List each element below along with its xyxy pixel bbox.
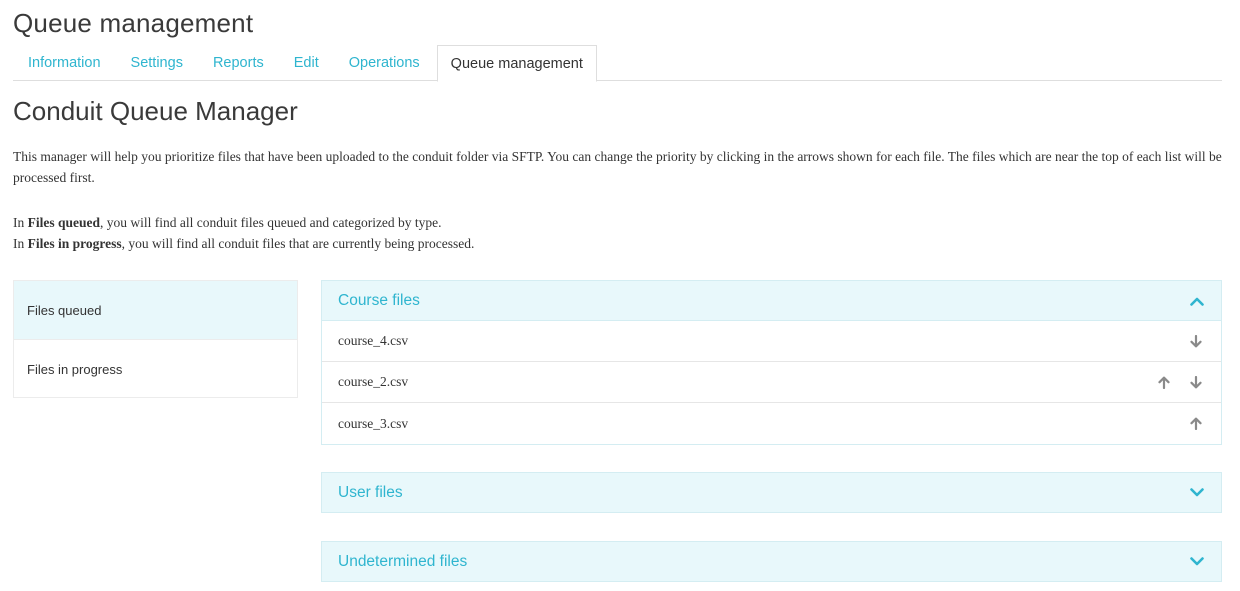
help-line-progress: In Files in progress, you will find all … (13, 233, 1228, 254)
panel-course-files: Course files course_4.csv course_2.csv c… (321, 280, 1222, 445)
help-bold-progress: Files in progress (27, 236, 122, 251)
description-paragraph: This manager will help you prioritize fi… (13, 149, 1222, 185)
panel-header-course-files[interactable]: Course files (322, 281, 1221, 320)
priority-controls (1187, 415, 1205, 433)
section-title: Conduit Queue Manager (13, 96, 298, 126)
panel-header-undetermined-files[interactable]: Undetermined files (322, 542, 1221, 581)
file-name: course_3.csv (338, 415, 409, 431)
chevron-down-icon[interactable] (1189, 485, 1205, 501)
file-name: course_2.csv (338, 374, 409, 389)
arrow-up-icon[interactable] (1187, 415, 1205, 433)
chevron-down-icon[interactable] (1189, 554, 1205, 570)
tab-reports[interactable]: Reports (198, 45, 279, 81)
side-nav: Files queued Files in progress (13, 280, 298, 398)
panel-user-files: User files (321, 472, 1222, 513)
help-text: In (13, 215, 28, 230)
panel-title: Course files (338, 291, 420, 309)
tab-bar: Information Settings Reports Edit Operat… (13, 45, 1222, 82)
page-title: Queue management (13, 8, 254, 38)
tab-queue-management[interactable]: Queue management (436, 45, 597, 82)
panel-title: User files (338, 483, 403, 501)
help-text: , you will find all conduit files that a… (121, 236, 475, 251)
side-nav-files-in-progress[interactable]: Files in progress (14, 340, 297, 399)
tab-operations[interactable]: Operations (334, 45, 435, 81)
tab-information[interactable]: Information (13, 45, 116, 81)
file-row: course_4.csv (322, 321, 1221, 362)
priority-controls (1155, 373, 1205, 391)
help-line-queued: In Files queued, you will find all condu… (13, 212, 1228, 233)
side-nav-files-queued[interactable]: Files queued (14, 281, 297, 340)
arrow-down-icon[interactable] (1187, 332, 1205, 350)
file-list: course_4.csv course_2.csv course_3.csv (322, 320, 1221, 444)
arrow-down-icon[interactable] (1187, 373, 1205, 391)
arrow-up-icon[interactable] (1155, 373, 1173, 391)
panel-title: Undetermined files (338, 552, 468, 570)
file-row: course_2.csv (322, 362, 1221, 403)
help-text: In (13, 236, 28, 251)
help-bold-queued: Files queued (27, 215, 101, 230)
tab-edit[interactable]: Edit (279, 45, 334, 81)
chevron-up-icon[interactable] (1189, 293, 1205, 309)
panel-undetermined-files: Undetermined files (321, 541, 1222, 582)
tab-settings[interactable]: Settings (116, 45, 198, 81)
panel-header-user-files[interactable]: User files (322, 473, 1221, 512)
file-name: course_4.csv (338, 333, 409, 348)
description-help: In Files queued, you will find all condu… (13, 212, 1228, 254)
file-row: course_3.csv (322, 403, 1221, 444)
help-text: , you will find all conduit files queued… (100, 215, 442, 230)
priority-controls (1187, 332, 1205, 350)
